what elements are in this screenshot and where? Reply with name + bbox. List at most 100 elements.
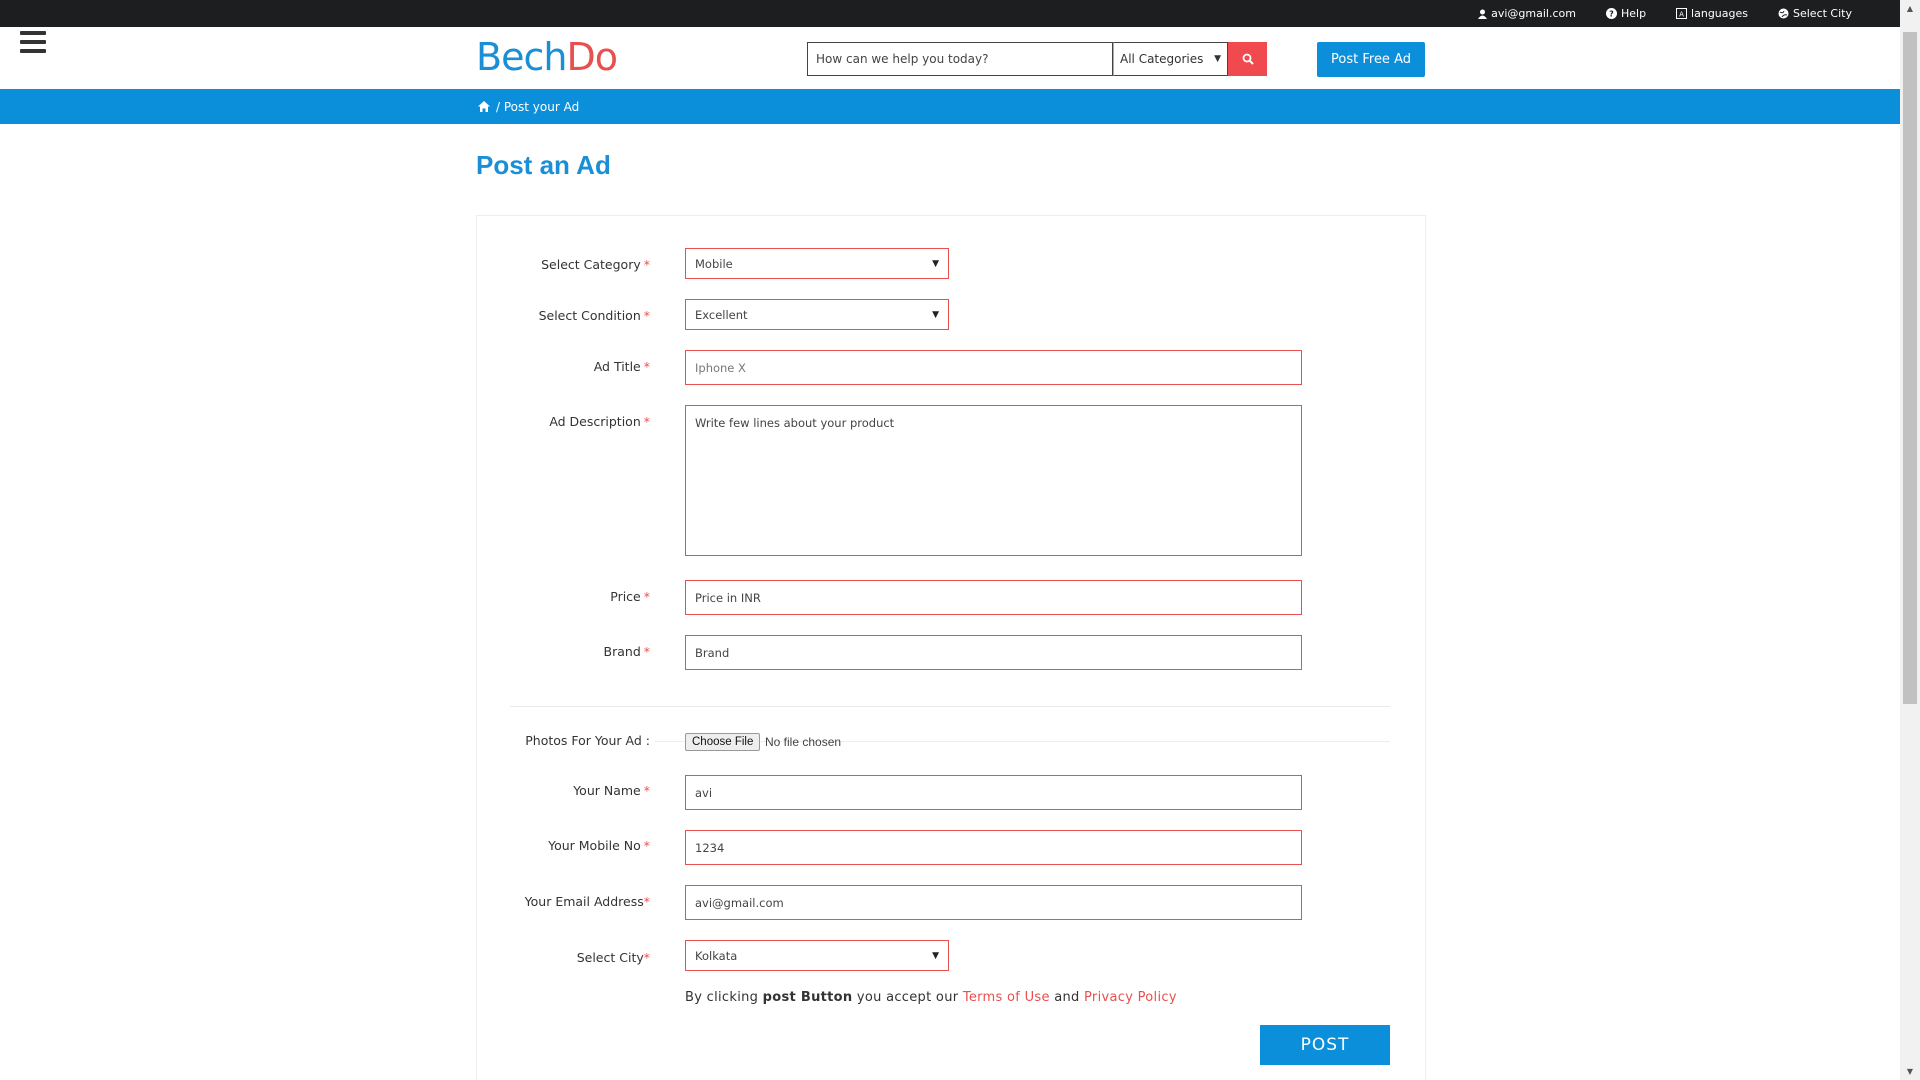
price-label: Price * [610, 589, 650, 604]
post-button[interactable]: POST [1260, 1025, 1390, 1065]
chevron-down-icon: ▼ [932, 309, 939, 320]
email-label-text: Your Email Address [524, 894, 644, 909]
price-input[interactable]: Price in INR [685, 580, 1302, 615]
language-icon: A [1676, 8, 1688, 19]
terms-prefix: By clicking [685, 990, 759, 1005]
file-status: No file chosen [765, 735, 842, 749]
ad-title-placeholder: Iphone X [695, 360, 746, 375]
scroll-up-icon[interactable]: ▲ [1900, 0, 1920, 17]
city-select-value: Kolkata [695, 948, 738, 963]
required-marker: * [643, 644, 650, 659]
search-placeholder: How can we help you today? [816, 52, 989, 66]
brand-placeholder: Brand [695, 645, 730, 660]
email-value: avi@gmail.com [695, 895, 784, 910]
hamburger-line [20, 40, 46, 44]
required-marker: * [643, 308, 650, 323]
select-city-label: Select City [1793, 7, 1852, 20]
page-title: Post an Ad [476, 150, 611, 180]
condition-select-field[interactable]: Excellent ▼ [685, 299, 949, 330]
top-links: avi@gmail.com ? Help A languages Select … [1478, 0, 1852, 27]
chevron-down-icon: ▼ [1214, 54, 1221, 64]
mobile-label-text: Your Mobile No [548, 838, 641, 853]
mobile-value: 1234 [695, 840, 725, 855]
photos-label: Photos For Your Ad : [525, 733, 650, 748]
user-icon [1478, 9, 1488, 19]
ad-description-placeholder: Write few lines about your product [695, 416, 895, 430]
category-select-value: All Categories [1120, 52, 1204, 66]
ad-description-textarea[interactable]: Write few lines about your product [685, 405, 1302, 556]
globe-icon [1778, 8, 1789, 19]
name-label: Your Name * [573, 783, 650, 798]
svg-text:?: ? [1609, 10, 1614, 19]
terms-bold: post Button [762, 990, 853, 1005]
breadcrumb-bar: / Post your Ad [0, 89, 1900, 124]
price-label-text: Price [610, 589, 641, 604]
required-marker: * [643, 589, 650, 604]
post-free-ad-button[interactable]: Post Free Ad [1317, 42, 1425, 77]
vertical-scrollbar[interactable]: ▲ ▼ [1900, 0, 1920, 1080]
logo[interactable]: BechDo [476, 35, 618, 79]
terms-notice: By clicking post Button you accept our T… [685, 990, 1177, 1005]
name-input[interactable]: avi [685, 775, 1302, 810]
home-icon[interactable] [478, 101, 490, 112]
required-marker: * [643, 894, 650, 909]
required-marker: * [643, 838, 650, 853]
languages-link[interactable]: A languages [1676, 7, 1748, 20]
mobile-input[interactable]: 1234 [685, 830, 1302, 865]
city-label: Select City* [577, 950, 650, 965]
privacy-policy-link[interactable]: Privacy Policy [1084, 990, 1177, 1005]
languages-label: languages [1691, 7, 1748, 20]
category-select[interactable]: All Categories ▼ [1113, 42, 1228, 76]
chevron-down-icon: ▼ [932, 258, 939, 269]
brand-label-text: Brand [603, 644, 641, 659]
required-marker: * [643, 257, 650, 272]
terms-middle: you accept our [856, 990, 959, 1005]
city-label-text: Select City [576, 950, 644, 965]
brand-input[interactable]: Brand [685, 635, 1302, 670]
logo-part-1: Bech [476, 35, 567, 79]
choose-file-button[interactable]: Choose File [685, 733, 761, 751]
scroll-down-icon[interactable]: ▼ [1900, 1063, 1920, 1080]
section-divider [510, 706, 1390, 707]
terms-of-use-link[interactable]: Terms of Use [963, 990, 1050, 1005]
hamburger-line [20, 31, 46, 35]
price-placeholder: Price in INR [695, 590, 761, 605]
category-select-field[interactable]: Mobile ▼ [685, 248, 949, 279]
ad-title-label-text: Ad Title [593, 359, 641, 374]
chevron-down-icon: ▼ [932, 950, 939, 961]
category-label: Select Category * [541, 257, 650, 272]
required-marker: * [643, 783, 650, 798]
account-email: avi@gmail.com [1491, 7, 1576, 20]
category-select-value: Mobile [695, 256, 733, 271]
ad-description-label-text: Ad Description [549, 414, 641, 429]
terms-and: and [1054, 990, 1080, 1005]
required-marker: * [643, 950, 650, 965]
help-label: Help [1620, 7, 1647, 20]
search-input[interactable]: How can we help you today? [807, 42, 1113, 76]
ad-title-input[interactable]: Iphone X [685, 350, 1302, 385]
top-bar: avi@gmail.com ? Help A languages Select … [0, 0, 1900, 27]
breadcrumb: / Post your Ad [478, 89, 579, 124]
email-label: Your Email Address* [525, 894, 650, 909]
hamburger-menu-icon[interactable] [20, 31, 46, 53]
account-link[interactable]: avi@gmail.com [1478, 7, 1576, 20]
search-button[interactable] [1228, 42, 1267, 76]
logo-part-2: Do [566, 35, 618, 79]
svg-text:A: A [1679, 11, 1684, 19]
scrollbar-thumb[interactable] [1903, 32, 1917, 704]
name-label-text: Your Name [573, 783, 641, 798]
email-input[interactable]: avi@gmail.com [685, 885, 1302, 920]
required-marker: * [643, 359, 650, 374]
required-marker: * [643, 414, 650, 429]
city-select-field[interactable]: Kolkata ▼ [685, 940, 949, 971]
hamburger-line [20, 49, 46, 53]
condition-label-text: Select Condition [538, 308, 641, 323]
mobile-label: Your Mobile No * [548, 838, 650, 853]
select-city-link[interactable]: Select City [1778, 7, 1852, 20]
category-label-text: Select Category [541, 257, 641, 272]
ad-title-label: Ad Title * [594, 359, 650, 374]
help-link[interactable]: ? Help [1605, 7, 1647, 20]
header: BechDo How can we help you today? All Ca… [0, 27, 1900, 89]
condition-select-value: Excellent [695, 307, 748, 322]
ad-description-label: Ad Description * [549, 414, 650, 429]
